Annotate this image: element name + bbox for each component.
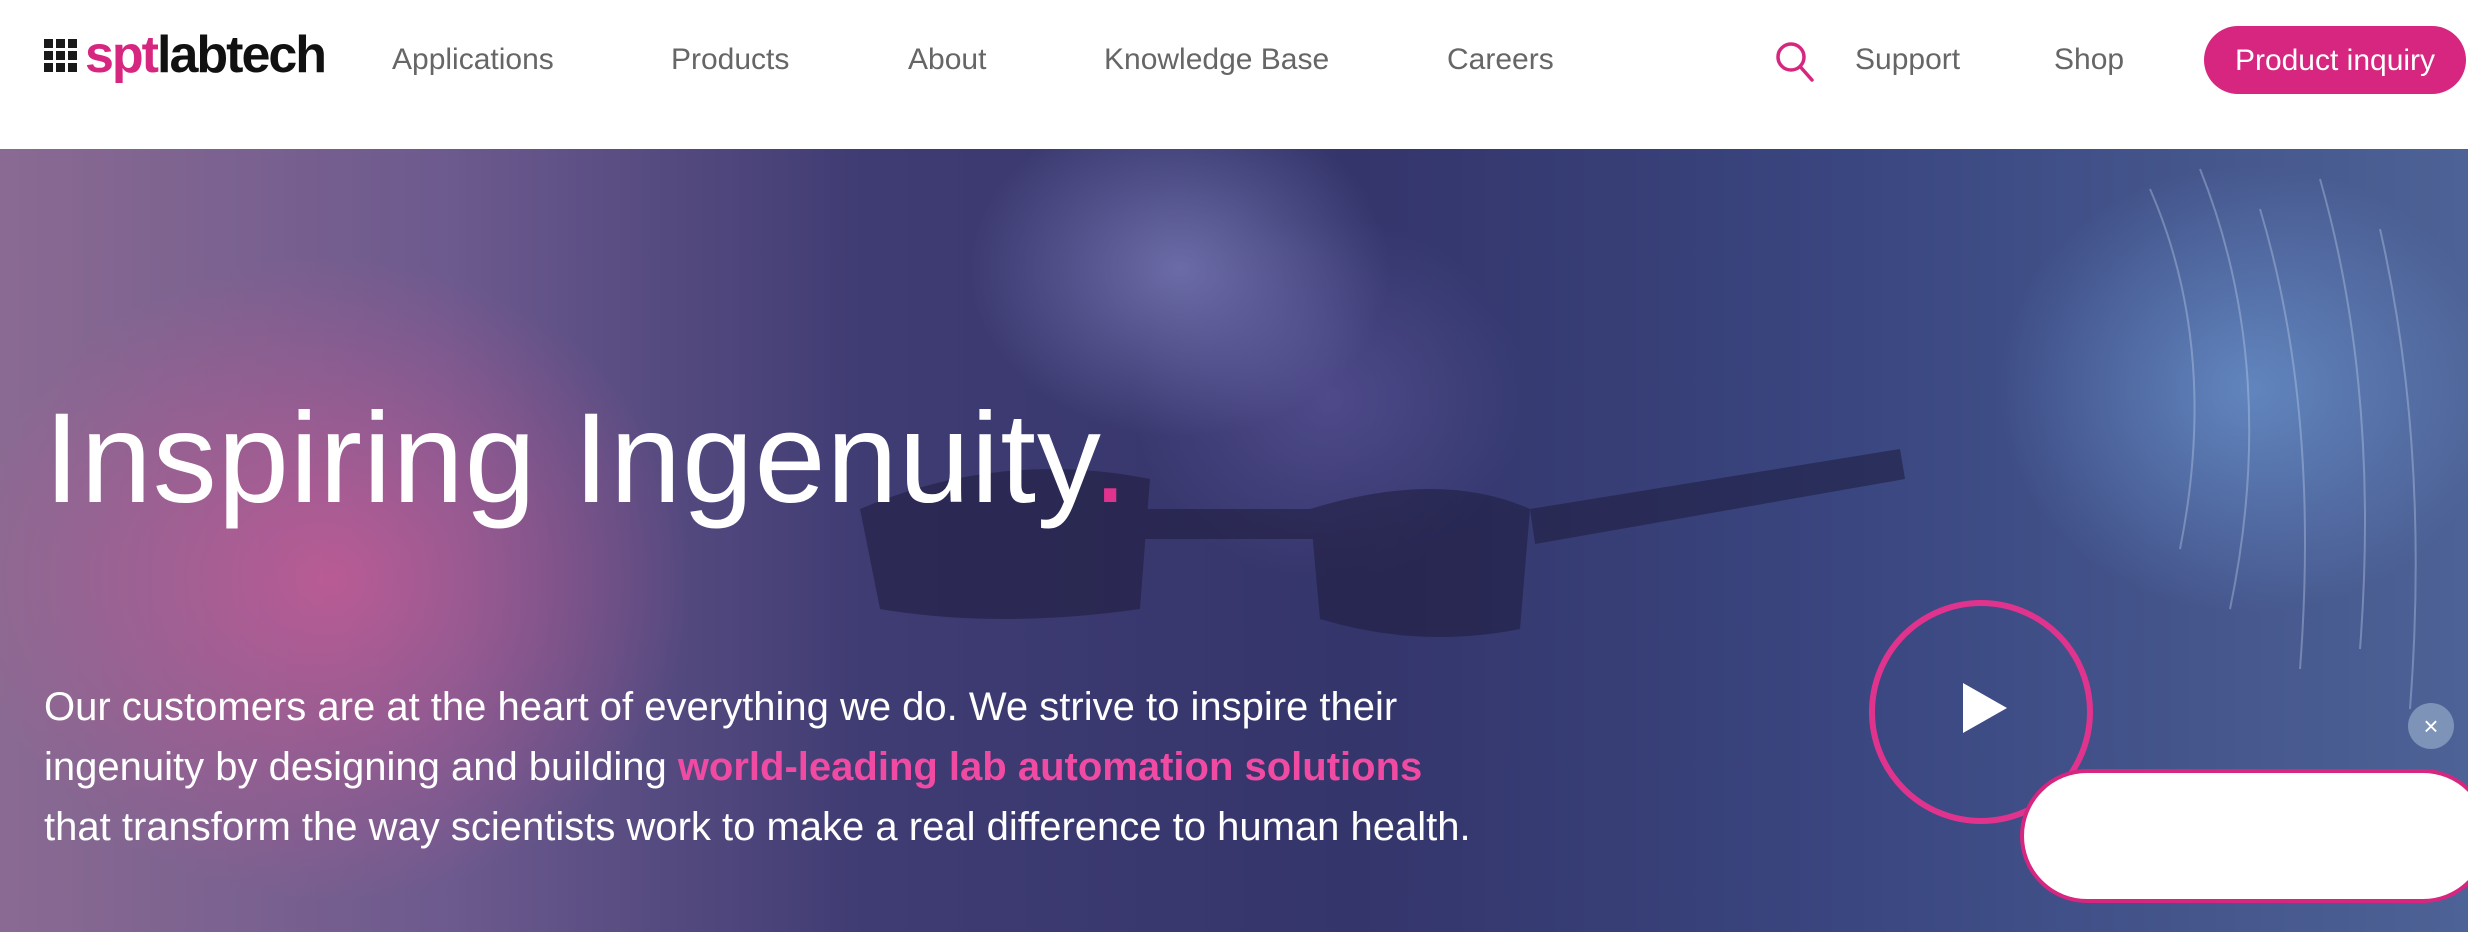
nav-item-products[interactable]: Products [671, 40, 789, 80]
logo-wordmark: sptlabtech [85, 26, 327, 84]
hero-title: Inspiring Ingenuity. [44, 387, 1129, 530]
logo-grid-icon [44, 38, 77, 72]
chat-widget-bubble[interactable] [2020, 769, 2468, 903]
site-header: sptlabtech Applications Products About K… [0, 0, 2468, 149]
play-icon [1963, 683, 2007, 733]
search-icon[interactable] [1774, 40, 1816, 84]
nav-item-about[interactable]: About [908, 40, 986, 80]
nav-item-shop[interactable]: Shop [2054, 40, 2124, 80]
nav-item-support[interactable]: Support [1855, 40, 1960, 80]
nav-item-careers[interactable]: Careers [1447, 40, 1554, 80]
close-icon[interactable]: × [2408, 703, 2454, 749]
lab-automation-link[interactable]: world-leading lab automation solutions [678, 745, 1422, 789]
logo-wordmark-labtech: labtech [157, 26, 327, 84]
hero-banner: Inspiring Ingenuity. Our customers are a… [0, 149, 2468, 932]
nav-item-applications[interactable]: Applications [392, 40, 554, 80]
product-inquiry-button[interactable]: Product inquiry [2204, 26, 2466, 94]
sptlabtech-logo[interactable]: sptlabtech [44, 26, 327, 84]
hero-title-dot: . [1092, 387, 1129, 530]
nav-item-knowledge-base[interactable]: Knowledge Base [1104, 40, 1329, 80]
hero-description: Our customers are at the heart of everyt… [44, 677, 1484, 857]
hero-title-text: Inspiring Ingenuity [44, 387, 1093, 530]
hero-description-part2: that transform the way scientists work t… [44, 805, 1471, 849]
logo-wordmark-spt: spt [85, 26, 159, 84]
